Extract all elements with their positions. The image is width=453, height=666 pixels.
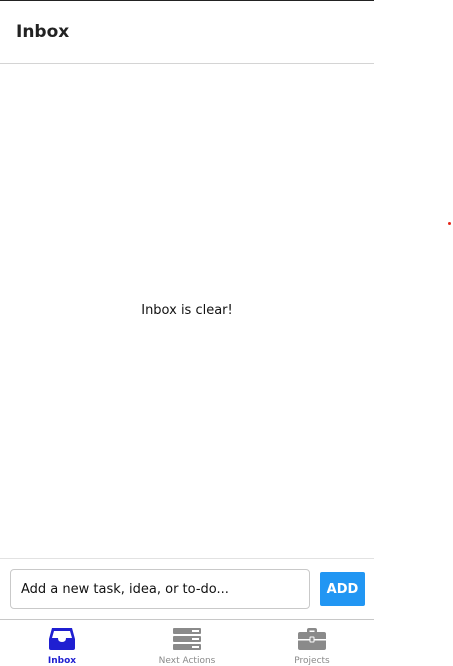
tab-inbox[interactable]: Inbox <box>0 620 124 666</box>
tab-label: Next Actions <box>158 656 216 666</box>
tab-projects[interactable]: Projects <box>250 620 374 666</box>
tab-label: Projects <box>294 656 330 666</box>
server-stack-icon <box>173 628 201 650</box>
red-dot-marker <box>448 222 451 225</box>
app-header: Inbox <box>0 1 374 64</box>
tab-next-actions[interactable]: Next Actions <box>125 620 249 666</box>
task-input[interactable] <box>10 569 310 609</box>
add-button[interactable]: ADD <box>320 572 365 606</box>
task-composer: ADD <box>0 558 374 619</box>
tab-label: Inbox <box>47 656 77 666</box>
app-screen: Inbox Inbox is clear! ADD Inbox Next A <box>0 0 374 666</box>
briefcase-icon <box>298 628 326 650</box>
empty-state-message: Inbox is clear! <box>141 303 233 318</box>
bottom-tab-bar: Inbox Next Actions Projects <box>0 619 374 666</box>
page-title: Inbox <box>16 22 70 42</box>
inbox-list: Inbox is clear! <box>0 64 374 558</box>
inbox-tray-icon <box>49 628 75 650</box>
